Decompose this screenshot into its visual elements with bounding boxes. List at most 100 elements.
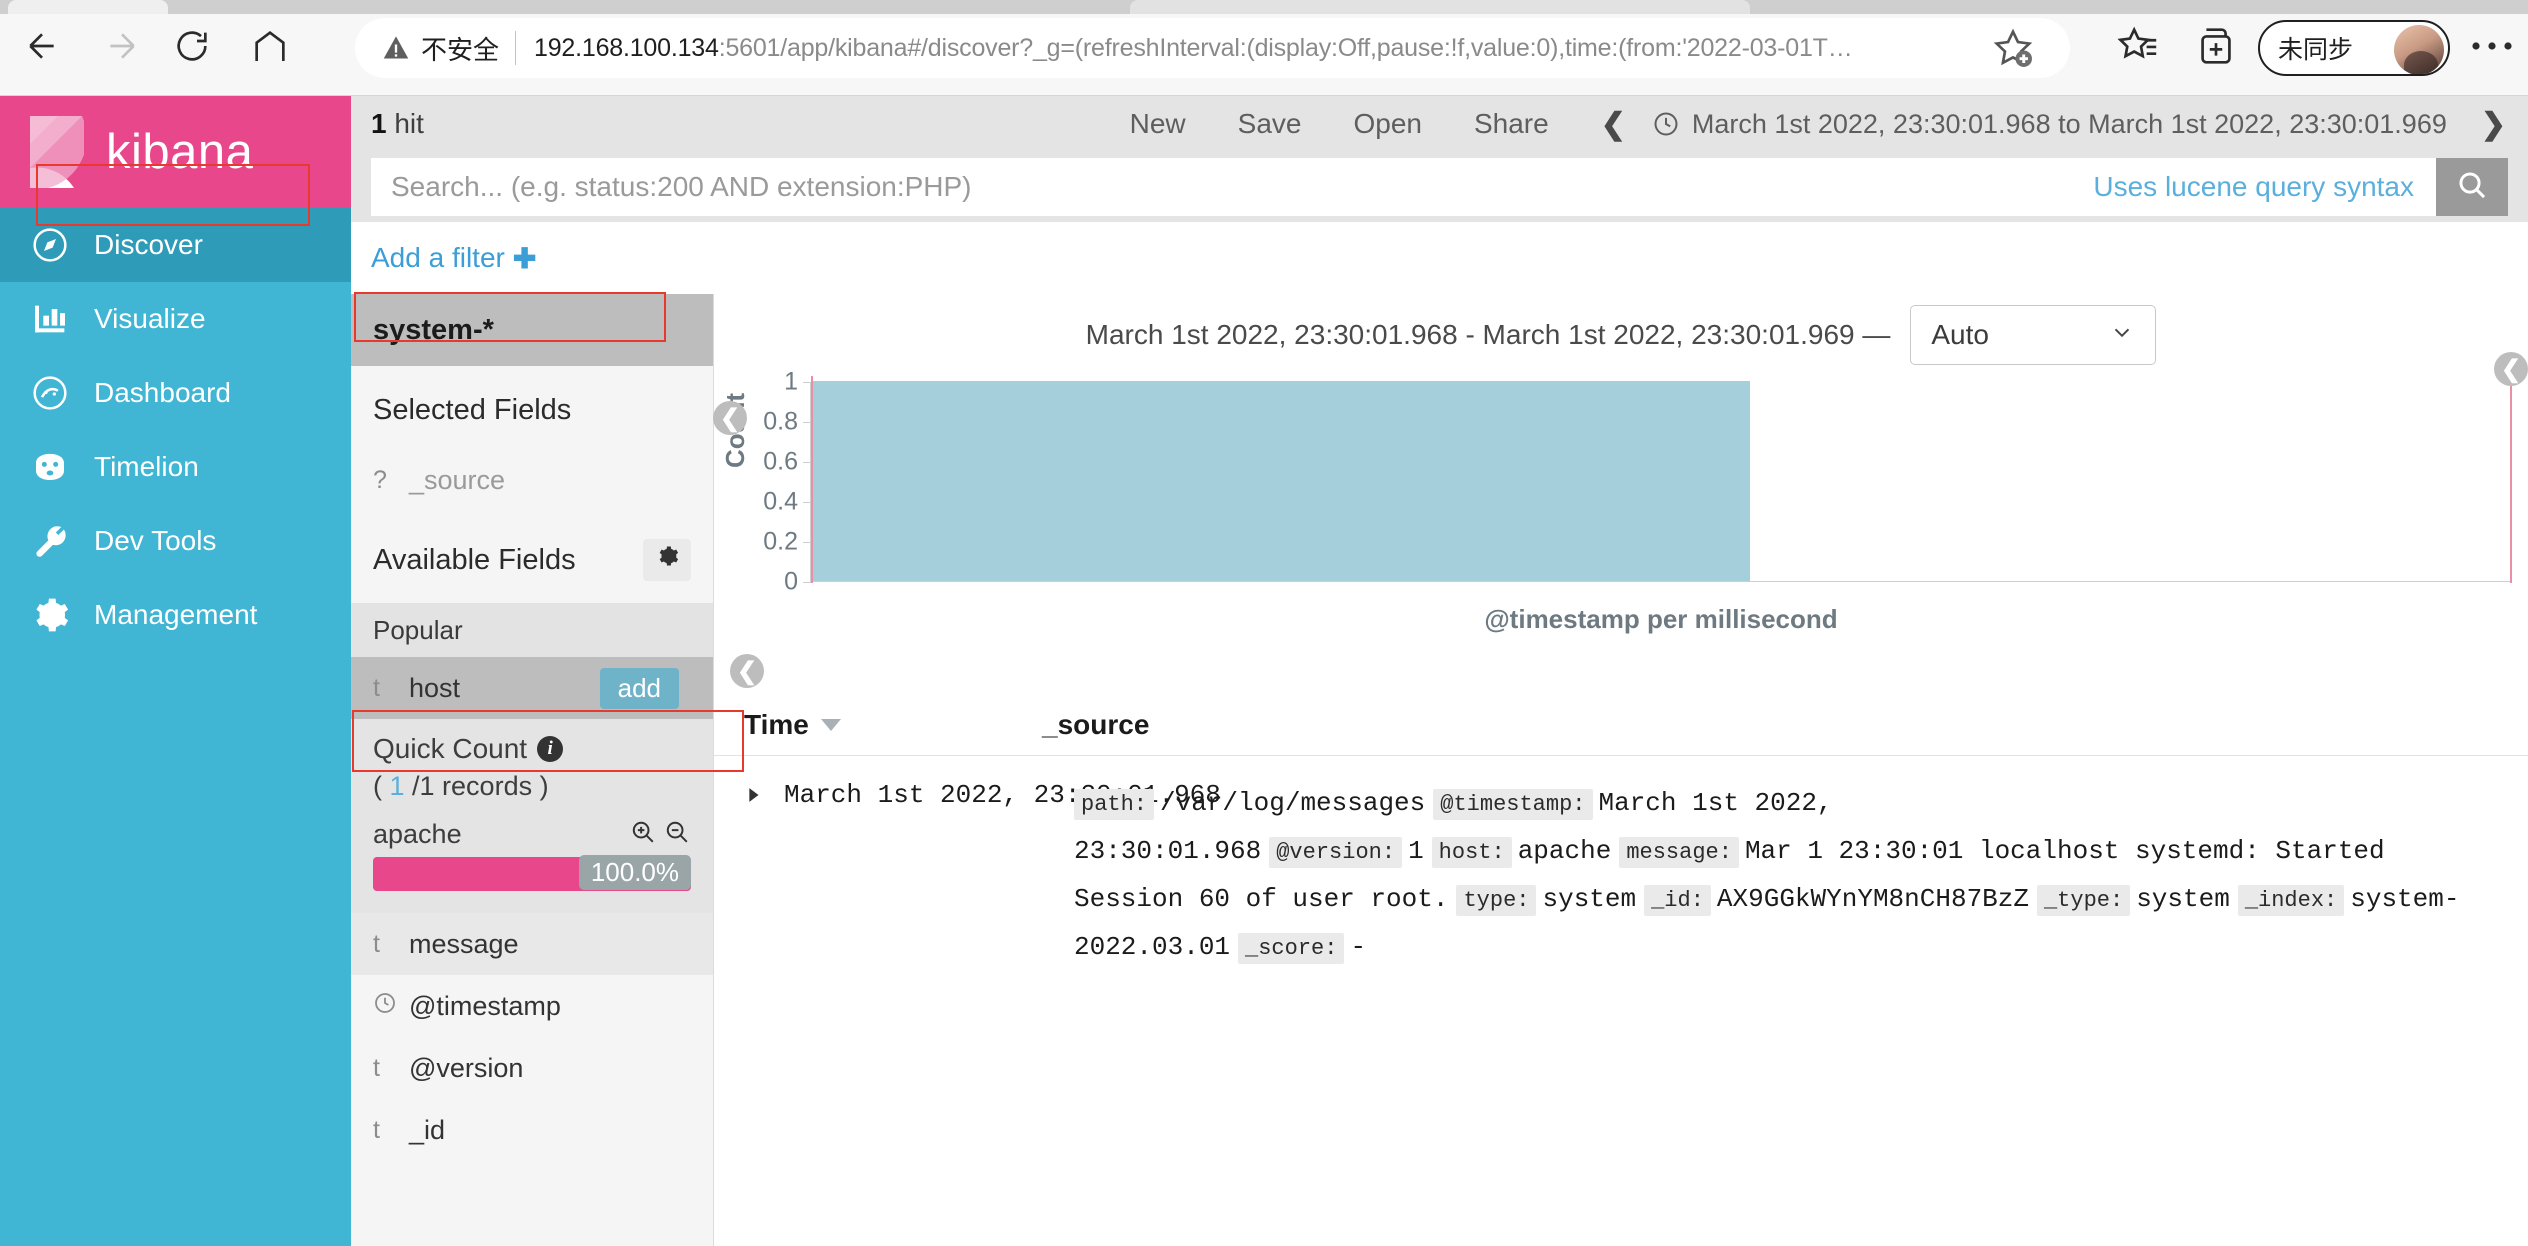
timelion-icon <box>28 445 72 489</box>
kibana-logo[interactable]: kibana <box>0 96 351 208</box>
sort-desc-icon[interactable] <box>821 719 841 731</box>
field-item-host[interactable]: t host add <box>351 657 713 719</box>
gear-icon <box>28 593 72 637</box>
histogram-chart: Count 1 0.8 0.6 0.4 0.2 0 @timesta <box>714 382 2528 652</box>
scroll-to-top-button[interactable]: ❮ <box>730 654 764 688</box>
zoom-out-icon[interactable] <box>663 818 691 851</box>
sidebar-item-label: Timelion <box>94 451 199 483</box>
records-count: 1 <box>390 771 405 801</box>
share-button[interactable]: Share <box>1474 108 1549 140</box>
selected-field-source[interactable]: ? _source <box>351 449 713 511</box>
histogram-bar[interactable] <box>812 381 1750 581</box>
kibana-logo-icon <box>28 114 84 190</box>
source-field-key: _id: <box>1644 885 1711 916</box>
field-item-timestamp[interactable]: @timestamp <box>351 975 713 1037</box>
browser-menu-button[interactable] <box>2466 22 2518 74</box>
favorites-list-icon <box>2115 23 2161 74</box>
sidebar-item-discover[interactable]: Discover <box>0 208 351 282</box>
source-field-key: _type: <box>2037 885 2130 916</box>
source-field-value: AX9GGkWYnYM8nCH87BzZ <box>1717 884 2029 914</box>
collapse-field-panel-button[interactable]: ❮ <box>713 401 747 435</box>
browser-chrome: 不安全 192.168.100.134:5601/app/kibana#/dis… <box>0 0 2528 96</box>
search-submit-button[interactable] <box>2436 158 2508 216</box>
column-header-time[interactable]: Time <box>744 709 1042 741</box>
field-settings-button[interactable] <box>643 539 691 581</box>
save-button[interactable]: Save <box>1238 108 1302 140</box>
plot-area[interactable] <box>810 382 2512 582</box>
url-host: 192.168.100.134 <box>534 34 719 62</box>
home-button[interactable] <box>240 18 300 78</box>
zoom-in-icon[interactable] <box>629 818 657 851</box>
axis-tick <box>803 582 811 583</box>
bucket-label: apache <box>373 819 462 850</box>
y-tick: 0 <box>742 568 798 597</box>
new-button[interactable]: New <box>1130 108 1186 140</box>
add-favorite-button[interactable] <box>1990 25 2036 71</box>
hit-count-number: 1 <box>371 108 387 139</box>
table-row[interactable]: March 1st 2022, 23:30:01.968 path:/var/l… <box>714 756 2528 972</box>
wrench-icon <box>28 519 72 563</box>
field-item-id[interactable]: t _id <box>351 1099 713 1161</box>
sidebar-item-visualize[interactable]: Visualize <box>0 282 351 356</box>
sync-status-button[interactable]: 未同步 <box>2258 20 2450 76</box>
selected-fields-title: Selected Fields <box>373 394 571 427</box>
chevron-down-icon <box>2109 319 2135 352</box>
source-field-key: message: <box>1619 837 1739 868</box>
available-fields-title: Available Fields <box>373 544 576 577</box>
lucene-syntax-link[interactable]: Uses lucene query syntax <box>2071 171 2436 203</box>
bar-chart-icon <box>28 297 72 341</box>
y-axis-ticks: 1 0.8 0.6 0.4 0.2 0 <box>742 382 798 582</box>
field-item-message[interactable]: t message <box>351 913 713 975</box>
chevron-left-icon[interactable]: ❮ <box>1601 107 1626 142</box>
clock-icon <box>1652 110 1680 138</box>
popular-fields-subheader: Popular <box>351 603 713 657</box>
collapse-right-panel-button[interactable]: ❮ <box>2494 352 2528 386</box>
collections-button[interactable] <box>2190 22 2242 74</box>
source-field-key: path: <box>1074 789 1154 820</box>
plus-icon: ✚ <box>513 242 536 275</box>
add-field-button[interactable]: add <box>600 668 679 709</box>
sidebar-item-dev-tools[interactable]: Dev Tools <box>0 504 351 578</box>
global-nav-sidebar: kibana Discover Visualize <box>0 96 351 1246</box>
browser-tab-active[interactable] <box>1130 0 1750 14</box>
info-icon[interactable]: i <box>537 736 563 762</box>
time-range-start-marker <box>811 376 813 583</box>
url-text: 192.168.100.134:5601/app/kibana#/discove… <box>534 34 1853 63</box>
popular-title: Popular <box>373 615 463 646</box>
source-field-key: type: <box>1456 885 1536 916</box>
axis-tick <box>803 542 811 543</box>
time-picker-button[interactable]: March 1st 2022, 23:30:01.968 to March 1s… <box>1652 109 2447 140</box>
column-header-source[interactable]: _source <box>1042 709 1149 741</box>
source-field-key: @version: <box>1269 837 1402 868</box>
chevron-left-circle-icon: ❮ <box>2501 355 2521 384</box>
address-bar[interactable]: 不安全 192.168.100.134:5601/app/kibana#/dis… <box>355 18 2070 78</box>
quick-count-panel: Quick Count i ( 1 /1 records ) apache <box>351 719 713 913</box>
open-button[interactable]: Open <box>1353 108 1422 140</box>
index-pattern-selector[interactable]: system-* <box>351 294 713 366</box>
browser-tab[interactable] <box>8 0 168 14</box>
ellipsis-icon <box>2470 39 2514 57</box>
filter-bar: Add a filter ✚ <box>351 222 2528 294</box>
y-tick: 0.8 <box>742 408 798 437</box>
forward-button[interactable] <box>92 18 152 78</box>
reload-button[interactable] <box>162 18 222 78</box>
discover-toolbar: 1 hit New Save Open Share ❮ March 1st 20… <box>351 96 2528 152</box>
field-item-version[interactable]: t @version <box>351 1037 713 1099</box>
sidebar-item-label: Dashboard <box>94 377 231 409</box>
sidebar-item-management[interactable]: Management <box>0 578 351 652</box>
add-filter-button[interactable]: Add a filter ✚ <box>371 242 536 275</box>
interval-select[interactable]: Auto <box>1910 305 2156 365</box>
gear-icon <box>654 543 680 577</box>
document-table: Time _source March 1st 2022, 23:30:01.96… <box>714 694 2528 972</box>
search-input[interactable] <box>371 158 2071 216</box>
expand-row-button[interactable] <box>742 780 784 972</box>
sidebar-item-timelion[interactable]: Timelion <box>0 430 351 504</box>
kibana-app: kibana Discover Visualize <box>0 96 2528 1246</box>
sidebar-item-dashboard[interactable]: Dashboard <box>0 356 351 430</box>
back-button[interactable] <box>12 18 72 78</box>
chevron-right-icon[interactable]: ❯ <box>2481 107 2506 142</box>
favorites-button[interactable] <box>2112 22 2164 74</box>
security-status-label: 不安全 <box>421 30 499 67</box>
field-name: _id <box>409 1115 445 1146</box>
x-axis-label: @timestamp per millisecond <box>810 604 2512 635</box>
